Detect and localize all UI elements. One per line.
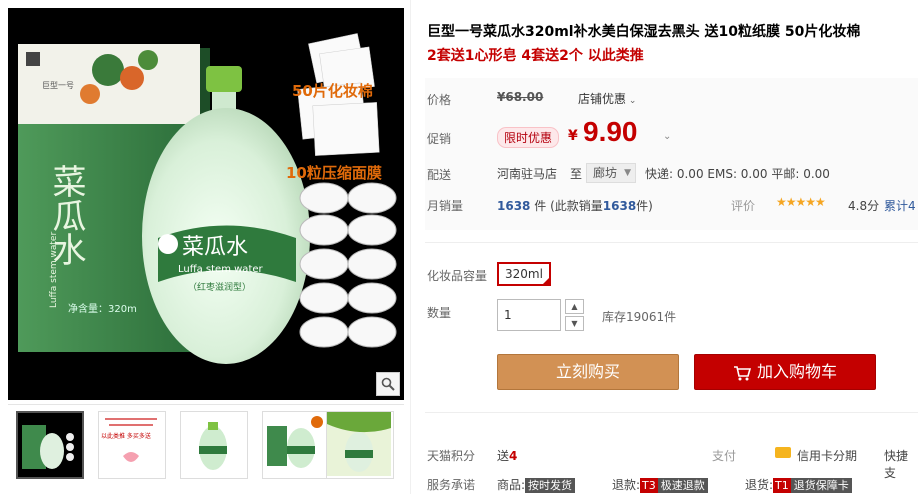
fast-refund-badge[interactable]: 极速退款 (657, 478, 708, 493)
shipping-fees: 快递: 0.00 EMS: 0.00 平邮: 0.00 (645, 167, 830, 181)
goods-promise: 商品: 按时发货 (497, 476, 576, 493)
points-label: 天猫积分 (427, 449, 476, 463)
quick-pay[interactable]: 快捷支 (884, 447, 918, 481)
points-prefix: 送 (497, 449, 510, 463)
section-divider (425, 242, 918, 243)
section-divider-bottom (425, 412, 918, 413)
shop-discount-label: 店铺优惠 (578, 92, 627, 106)
quantity-input[interactable] (497, 299, 561, 331)
refund-label: 退款: (612, 478, 641, 492)
sales-detail-prefix: (此款销量 (550, 199, 603, 213)
zoom-button[interactable] (376, 372, 400, 396)
thumbnail-strip: 以此类推 多买多送 (8, 404, 404, 494)
buy-now-button[interactable]: 立刻购买 (497, 354, 679, 390)
thumbnail-1[interactable] (16, 411, 84, 479)
destination-select[interactable]: 廊坊 ▼ (586, 163, 636, 183)
box-volume: 净含量：320m (68, 302, 137, 315)
promo-tag: 限时优惠 (497, 127, 560, 148)
selected-check-icon (541, 276, 551, 286)
spec-option-320ml[interactable]: 320ml (497, 262, 551, 286)
chevron-down-icon: ▼ (571, 319, 578, 328)
monthly-sales-label: 月销量 (427, 199, 464, 213)
thumb2-caption: 以此类推 多买多送 (101, 432, 151, 440)
thumbnail-4[interactable] (262, 411, 330, 479)
bottle-en-name: Luffa stem water (178, 264, 264, 275)
refund-code: T3 (640, 478, 658, 493)
credit-card-icon (775, 447, 791, 458)
bottle-cn-name: 菜瓜水 (182, 235, 248, 260)
price-label: 价格 (427, 93, 452, 107)
sales-count: 1638 (497, 199, 531, 213)
sales-detail-suffix: 件) (636, 199, 653, 213)
thumbnail-3[interactable] (180, 411, 248, 479)
points-amount: 4 (509, 449, 518, 463)
shop-discount-dropdown[interactable]: 店铺优惠 ⌄ (578, 90, 636, 107)
rating-stars: ★★★★★ (776, 195, 826, 209)
chevron-down-icon: ⌄ (626, 96, 637, 106)
chevron-up-icon: ▲ (571, 302, 578, 311)
return-promise: 退货: T1 退货保障卡 (745, 476, 852, 493)
cumulative-reviews-link[interactable]: 累计4 (884, 197, 916, 214)
cotton-badge: 50片化妆棉 (292, 82, 373, 100)
current-price: 9.90 (583, 116, 638, 147)
quantity-decrease-button[interactable]: ▼ (565, 316, 584, 331)
service-promise-label: 服务承诺 (427, 478, 476, 492)
spec-label: 化妆品容量 (427, 269, 488, 283)
rating-label: 评价 (731, 199, 756, 213)
cart-icon (733, 365, 751, 380)
goods-label: 商品: (497, 478, 526, 492)
ship-to-label: 至 (570, 167, 583, 181)
quantity-label: 数量 (427, 306, 452, 320)
product-photo: 巨型一号 菜瓜水 Luffa stem water 净含量：320m 菜瓜水 L… (18, 33, 397, 364)
ship-from: 河南驻马店 (497, 167, 558, 181)
thumbnail-2[interactable]: 以此类推 多买多送 (98, 411, 166, 479)
sales-unit: 件 (534, 199, 547, 213)
refund-promise: 退款: T3 极速退款 (612, 476, 708, 493)
magnifier-icon (381, 377, 395, 391)
add-to-cart-label: 加入购物车 (756, 362, 837, 381)
return-code: T1 (773, 478, 791, 493)
product-title: 巨型一号菜瓜水320ml补水美白保湿去黑头 送10粒纸膜 50片化妆棉 (427, 24, 861, 40)
promo-line: 2套送1心形皂 4套送2个 以此类推 (427, 48, 644, 64)
rating-score: 4.8分 (848, 199, 880, 213)
on-time-delivery-badge[interactable]: 按时发货 (525, 478, 576, 493)
quantity-increase-button[interactable]: ▲ (565, 299, 584, 314)
mask-badge: 10粒压缩面膜 (286, 164, 382, 182)
stock-count: 库存19061件 (602, 310, 677, 324)
thumbnail-5[interactable] (326, 411, 394, 479)
currency-symbol: ¥ (568, 128, 578, 144)
payment-label: 支付 (712, 449, 737, 463)
add-to-cart-button[interactable]: 加入购物车 (694, 354, 876, 390)
price-chevron-down-icon[interactable]: ⌄ (663, 131, 671, 142)
points-value: 送4 (497, 447, 517, 464)
delivery-label: 配送 (427, 168, 452, 182)
original-price: ¥68.00 (497, 90, 544, 104)
main-product-image[interactable]: 巨型一号 菜瓜水 Luffa stem water 净含量：320m 菜瓜水 L… (8, 8, 404, 400)
caret-down-icon: ▼ (624, 168, 631, 178)
return-guarantee-badge[interactable]: 退货保障卡 (790, 478, 852, 493)
spec-option-label: 320ml (505, 267, 543, 281)
bottle-subtitle: （红枣滋润型） (188, 281, 251, 293)
destination-value: 廊坊 (593, 166, 618, 180)
promo-label: 促销 (427, 132, 452, 146)
panel-divider (410, 0, 411, 494)
box-brand-logo: 巨型一号 (42, 81, 74, 90)
box-en-name: Luffa stem water (49, 232, 59, 308)
sales-detail-count: 1638 (602, 199, 637, 213)
monthly-sales: 1638 件 (此款销量1638件) (497, 197, 653, 214)
credit-installment[interactable]: 信用卡分期 (797, 447, 857, 464)
return-label: 退货: (745, 478, 774, 492)
